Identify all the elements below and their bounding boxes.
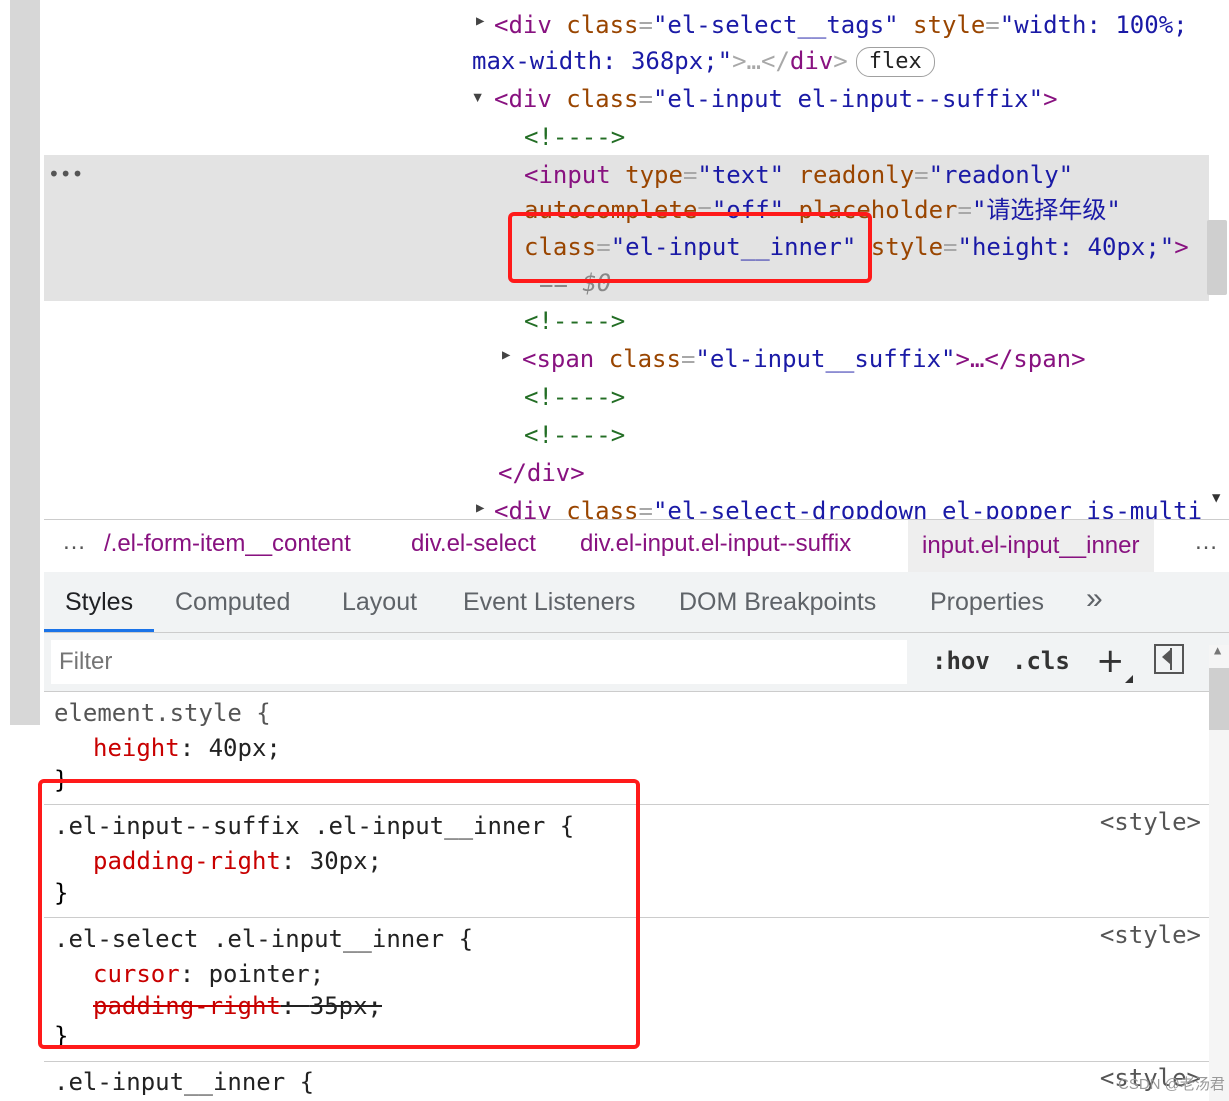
rule-selector[interactable]: .el-select .el-input__inner { xyxy=(54,921,473,957)
new-style-rule-icon[interactable]: + xyxy=(1096,641,1125,681)
filter-input[interactable] xyxy=(51,640,907,684)
sidebar-arrow-icon xyxy=(1162,650,1170,664)
rule-source-link[interactable]: <style> xyxy=(1100,921,1201,949)
left-gutter xyxy=(0,0,44,1101)
rule-el-input-suffix: .el-input--suffix .el-input__inner { <st… xyxy=(44,805,1209,918)
attr-value: "width: 100%; xyxy=(999,11,1188,39)
dom-close-div[interactable]: </div> xyxy=(498,454,585,492)
rule-close: } xyxy=(54,766,69,794)
tag-close: div xyxy=(789,47,834,75)
css-declaration-overridden[interactable]: padding-right: 35px; xyxy=(93,988,382,1024)
dom-node-el-input[interactable]: <div class="el-input el-input--suffix"> xyxy=(494,80,1058,118)
rule-selector[interactable]: .el-input__inner { xyxy=(54,1064,314,1100)
equals: = xyxy=(638,11,653,39)
dom-node-suffix-span[interactable]: <span class="el-input__suffix">…</span> xyxy=(522,340,1086,378)
more-tabs-chevron-icon[interactable]: » xyxy=(1086,582,1103,616)
tab-properties[interactable]: Properties xyxy=(930,588,1044,617)
breadcrumb: … /.el-form-item__content div.el-select … xyxy=(44,519,1229,573)
rule-element-style: element.style { height: 40px; } xyxy=(44,692,1209,805)
attr-name: class xyxy=(566,11,639,39)
expand-triangle-icon[interactable]: ▶ xyxy=(476,500,484,516)
rule-selector[interactable]: .el-input--suffix .el-input__inner { xyxy=(54,808,574,844)
css-declaration[interactable]: padding-right: 30px; xyxy=(93,843,382,879)
expand-triangle-icon[interactable]: ▶ xyxy=(502,347,510,363)
tab-styles[interactable]: Styles xyxy=(65,588,133,617)
dom-comment[interactable]: <!----> xyxy=(524,118,625,156)
dom-comment[interactable]: <!----> xyxy=(524,416,625,454)
collapsed-ellipsis: >…</ xyxy=(732,47,790,75)
breadcrumb-overflow-left[interactable]: … xyxy=(62,528,86,556)
breadcrumb-item[interactable]: div.el-input.el-input--suffix xyxy=(580,530,851,558)
css-declaration[interactable]: height: 40px; xyxy=(93,730,281,766)
dom-node-select-tags[interactable]: <div class="el-select__tags" style="widt… xyxy=(494,6,1188,44)
cls-toggle-button[interactable]: .cls xyxy=(1012,647,1070,675)
elements-dom-tree: ▶ <div class="el-select__tags" style="wi… xyxy=(44,0,1229,519)
breadcrumb-overflow-right[interactable]: … xyxy=(1194,528,1218,556)
watermark: CSDN @老汤君 xyxy=(1118,1076,1225,1093)
styles-scrollbar-thumb[interactable] xyxy=(1209,668,1229,730)
dom-node-input-line2[interactable]: autocomplete="off" placeholder="请选择年级" xyxy=(524,191,1121,229)
dom-node-dropdown[interactable]: <div class="el-select-dropdown el-popper… xyxy=(494,492,1202,519)
dom-comment[interactable]: <!----> xyxy=(524,378,625,416)
breadcrumb-item[interactable]: div.el-select xyxy=(411,530,536,558)
hov-toggle-button[interactable]: :hov xyxy=(932,647,990,675)
expand-triangle-icon[interactable]: ▶ xyxy=(476,13,484,29)
rule-close: } xyxy=(54,1022,69,1050)
sidebar-tabs: Styles Computed Layout Event Listeners D… xyxy=(44,572,1229,633)
more-options-icon[interactable]: ••• xyxy=(48,162,83,186)
active-tab-indicator xyxy=(44,629,154,632)
rule-el-select-input: .el-select .el-input__inner { <style> cu… xyxy=(44,918,1209,1062)
breadcrumb-item-active[interactable]: input.el-input__inner xyxy=(908,520,1154,572)
tab-computed[interactable]: Computed xyxy=(175,588,290,617)
rule-source-link[interactable]: <style> xyxy=(1100,808,1201,836)
scroll-down-arrow-icon[interactable]: ▼ xyxy=(1212,490,1220,506)
dollar-zero-marker: == $0 xyxy=(539,269,612,297)
rule-selector[interactable]: element.style { xyxy=(54,695,271,731)
breadcrumb-item[interactable]: /.el-form-item__content xyxy=(104,530,351,558)
tab-dom-breakpoints[interactable]: DOM Breakpoints xyxy=(679,588,876,617)
tab-event-listeners[interactable]: Event Listeners xyxy=(463,588,635,617)
dom-node-select-tags-cont[interactable]: max-width: 368px;">…</div> flex xyxy=(472,42,935,80)
dom-comment[interactable]: <!----> xyxy=(524,302,625,340)
dom-scrollbar-thumb[interactable] xyxy=(1207,220,1227,295)
attr-value: "el-select__tags" xyxy=(652,11,899,39)
plus-menu-corner-icon[interactable] xyxy=(1125,675,1133,683)
rule-el-input-inner: .el-input__inner { <style> xyxy=(44,1062,1209,1101)
dom-node-input-line1[interactable]: <input type="text" readonly="readonly" xyxy=(524,156,1073,194)
collapse-triangle-icon[interactable]: ▶ xyxy=(470,94,486,102)
css-declaration[interactable]: cursor: pointer; xyxy=(93,956,324,992)
styles-pane: element.style { height: 40px; } .el-inpu… xyxy=(44,692,1209,1101)
left-scroll-region xyxy=(10,0,40,725)
dom-node-input-line3[interactable]: class="el-input__inner" style="height: 4… xyxy=(524,228,1189,266)
attr-name: style xyxy=(898,11,986,39)
tab-layout[interactable]: Layout xyxy=(342,588,417,617)
rule-close: } xyxy=(54,879,69,907)
flex-badge[interactable]: flex xyxy=(855,47,935,77)
styles-toolbar: :hov .cls + xyxy=(44,633,1229,692)
tag-open: <div xyxy=(494,11,567,39)
scroll-up-arrow-icon[interactable]: ▲ xyxy=(1214,643,1221,657)
attr-value: max-width: 368px;" xyxy=(472,47,733,75)
